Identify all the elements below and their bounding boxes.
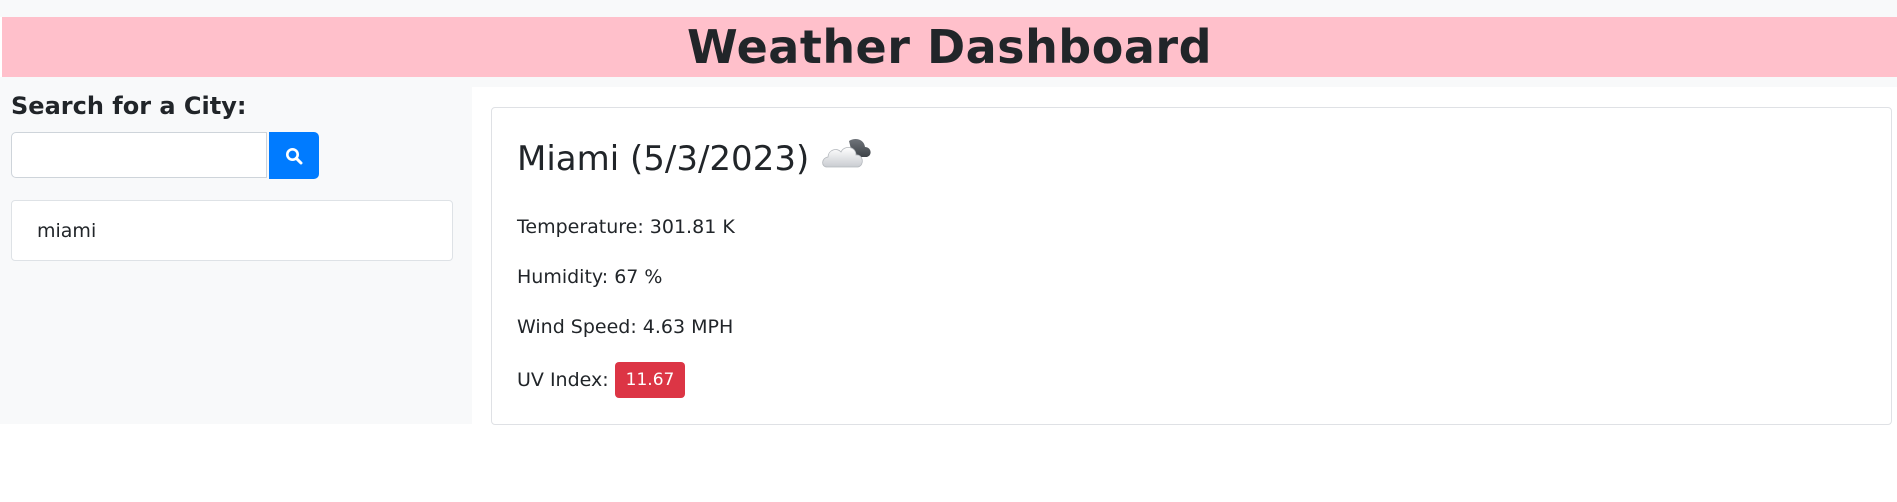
current-weather-card: Miami (5/3/2023) Temperature: 301.81 K H… [491, 107, 1892, 425]
uv-index-badge: 11.67 [614, 362, 686, 398]
uv-index-row: UV Index: 11.67 [517, 362, 686, 398]
wind-speed-text: Wind Speed: 4.63 MPH [517, 316, 734, 338]
header-spacer [0, 77, 1897, 87]
search-history-item[interactable]: miami [12, 201, 452, 260]
search-history-list: miami [11, 200, 453, 261]
city-date-heading: Miami (5/3/2023) [517, 138, 810, 179]
humidity-text: Humidity: 67 % [517, 266, 663, 288]
search-button[interactable] [269, 132, 319, 179]
search-icon [286, 147, 303, 164]
page-title: Weather Dashboard [686, 20, 1212, 74]
sidebar: Search for a City: miami [0, 87, 472, 424]
search-label: Search for a City: [11, 92, 247, 120]
uv-index-label: UV Index: [517, 369, 609, 391]
top-strip [0, 0, 1897, 17]
current-weather-title: Miami (5/3/2023) [517, 135, 873, 182]
cloud-icon [819, 135, 873, 182]
page-header: Weather Dashboard [2, 17, 1897, 77]
temperature-text: Temperature: 301.81 K [517, 216, 735, 238]
city-search-input[interactable] [11, 132, 267, 178]
